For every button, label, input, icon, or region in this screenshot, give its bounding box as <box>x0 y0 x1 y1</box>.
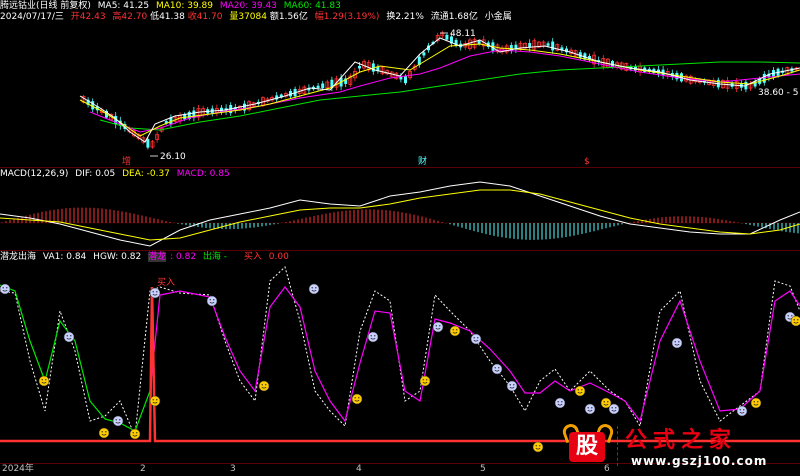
smiley-buy-icon <box>449 325 461 337</box>
smiley-sell-icon <box>736 405 748 417</box>
qianlong-value: : 0.82 <box>170 252 197 262</box>
ma5-line <box>79 37 800 143</box>
axis-label-apr: 4 <box>356 464 362 474</box>
smiley-sell-icon <box>63 331 75 343</box>
ma20-line <box>89 49 800 133</box>
event-mark-cai[interactable]: 财 <box>418 155 427 165</box>
macd-header: MACD(12,26,9) DIF: 0.05 DEA: -0.37 MACD:… <box>0 168 234 181</box>
candle-body <box>404 76 407 84</box>
smiley-sell-icon <box>432 321 444 333</box>
candle-body <box>321 83 325 89</box>
macd-value: MACD: 0.85 <box>176 169 230 179</box>
smiley-sell-icon <box>671 337 683 349</box>
dea-line <box>0 189 800 241</box>
hgw-value: HGW: 0.82 <box>93 252 142 262</box>
axis-label-mar: 3 <box>230 464 236 474</box>
dif-value: DIF: 0.05 <box>75 169 116 179</box>
macd-panel[interactable]: MACD(12,26,9) DIF: 0.05 DEA: -0.37 MACD:… <box>0 167 800 249</box>
smiley-buy-icon <box>750 397 762 409</box>
va1-line <box>0 266 800 438</box>
ma60-line <box>99 61 800 131</box>
smiley-sell-icon <box>206 295 218 307</box>
candle-body <box>546 43 550 46</box>
smiley-buy-icon <box>574 385 586 397</box>
qianlong-header: 潜龙出海 VA1: 0.84 HGW: 0.82 潜龙: 0.82 出海 - 买… <box>0 251 293 264</box>
smiley-sell-icon <box>491 363 503 375</box>
candle-body <box>422 52 426 56</box>
watermark-title: 公式之家 <box>625 428 738 453</box>
buy-value: 0.00 <box>268 252 289 262</box>
va1-value: VA1: 0.84 <box>42 252 87 262</box>
right-price-mark: 38.60 - 5 <box>758 88 798 98</box>
candle-body <box>445 34 449 40</box>
watermark-url: www.gszj100.com <box>631 454 768 468</box>
price-panel[interactable]: 腾远钴业(日线 前复权) MA5: 41.25 MA10: 39.89 MA20… <box>0 0 800 165</box>
high-price-mark: 48.11 <box>450 29 476 39</box>
watermark-logo: 股 <box>560 421 616 466</box>
axis-label-may: 5 <box>480 464 486 474</box>
axis-label-year: 2024年 <box>2 464 34 474</box>
smiley-sell-icon <box>554 397 566 409</box>
smiley-sell-icon <box>506 380 518 392</box>
smiley-buy-icon <box>351 393 363 405</box>
dea-value: DEA: -0.37 <box>122 169 170 179</box>
site-watermark: 股 公式之家 www.gszj100.com <box>555 420 800 475</box>
smiley-buy-icon <box>790 315 800 327</box>
buy-signal-mark: 买入 <box>157 277 175 288</box>
candle-body <box>358 65 361 69</box>
smiley-buy-icon <box>419 375 431 387</box>
smiley-sell-icon <box>149 287 161 299</box>
macd-histogram <box>1 207 799 240</box>
smiley-buy-icon <box>98 427 110 439</box>
axis-label-feb: 2 <box>140 464 146 474</box>
smiley-sell-icon <box>608 403 620 415</box>
dif-line <box>0 181 800 247</box>
macd-title: MACD(12,26,9) <box>0 169 69 179</box>
chuhai-value: 出海 - <box>202 252 228 262</box>
candle-body <box>551 41 555 51</box>
smiley-buy-icon <box>149 395 161 407</box>
smiley-sell-icon <box>470 333 482 345</box>
qianlong-label: 潜龙 <box>148 252 167 262</box>
candlesticks <box>81 30 799 150</box>
smiley-sell-icon <box>112 415 124 427</box>
candle-body <box>316 85 320 88</box>
watermark-divider <box>617 426 619 466</box>
qianlong-title: 潜龙出海 <box>0 252 37 262</box>
qianlong-line <box>149 286 800 423</box>
low-price-mark: 26.10 <box>160 152 186 162</box>
smiley-buy-icon <box>38 375 50 387</box>
event-mark-dollar[interactable]: $ <box>584 157 590 165</box>
candle-body <box>146 139 150 148</box>
smiley-buy-icon <box>532 441 544 453</box>
candle-body <box>762 73 766 83</box>
chuhai-line <box>0 284 151 432</box>
event-mark-zeng[interactable]: 增 <box>122 155 131 165</box>
ma10-line <box>79 43 800 137</box>
smiley-sell-icon <box>367 331 379 343</box>
smiley-sell-icon <box>308 283 320 295</box>
price-chart[interactable]: 48.11 26.10 38.60 - 5 增 财 $ <box>0 0 800 165</box>
buy-label: 买入 <box>243 252 262 262</box>
smiley-sell-icon <box>0 283 11 295</box>
smiley-buy-icon <box>258 380 270 392</box>
smiley-sell-icon <box>584 403 596 415</box>
smiley-buy-icon <box>129 428 141 440</box>
logo-char: 股 <box>569 432 605 462</box>
